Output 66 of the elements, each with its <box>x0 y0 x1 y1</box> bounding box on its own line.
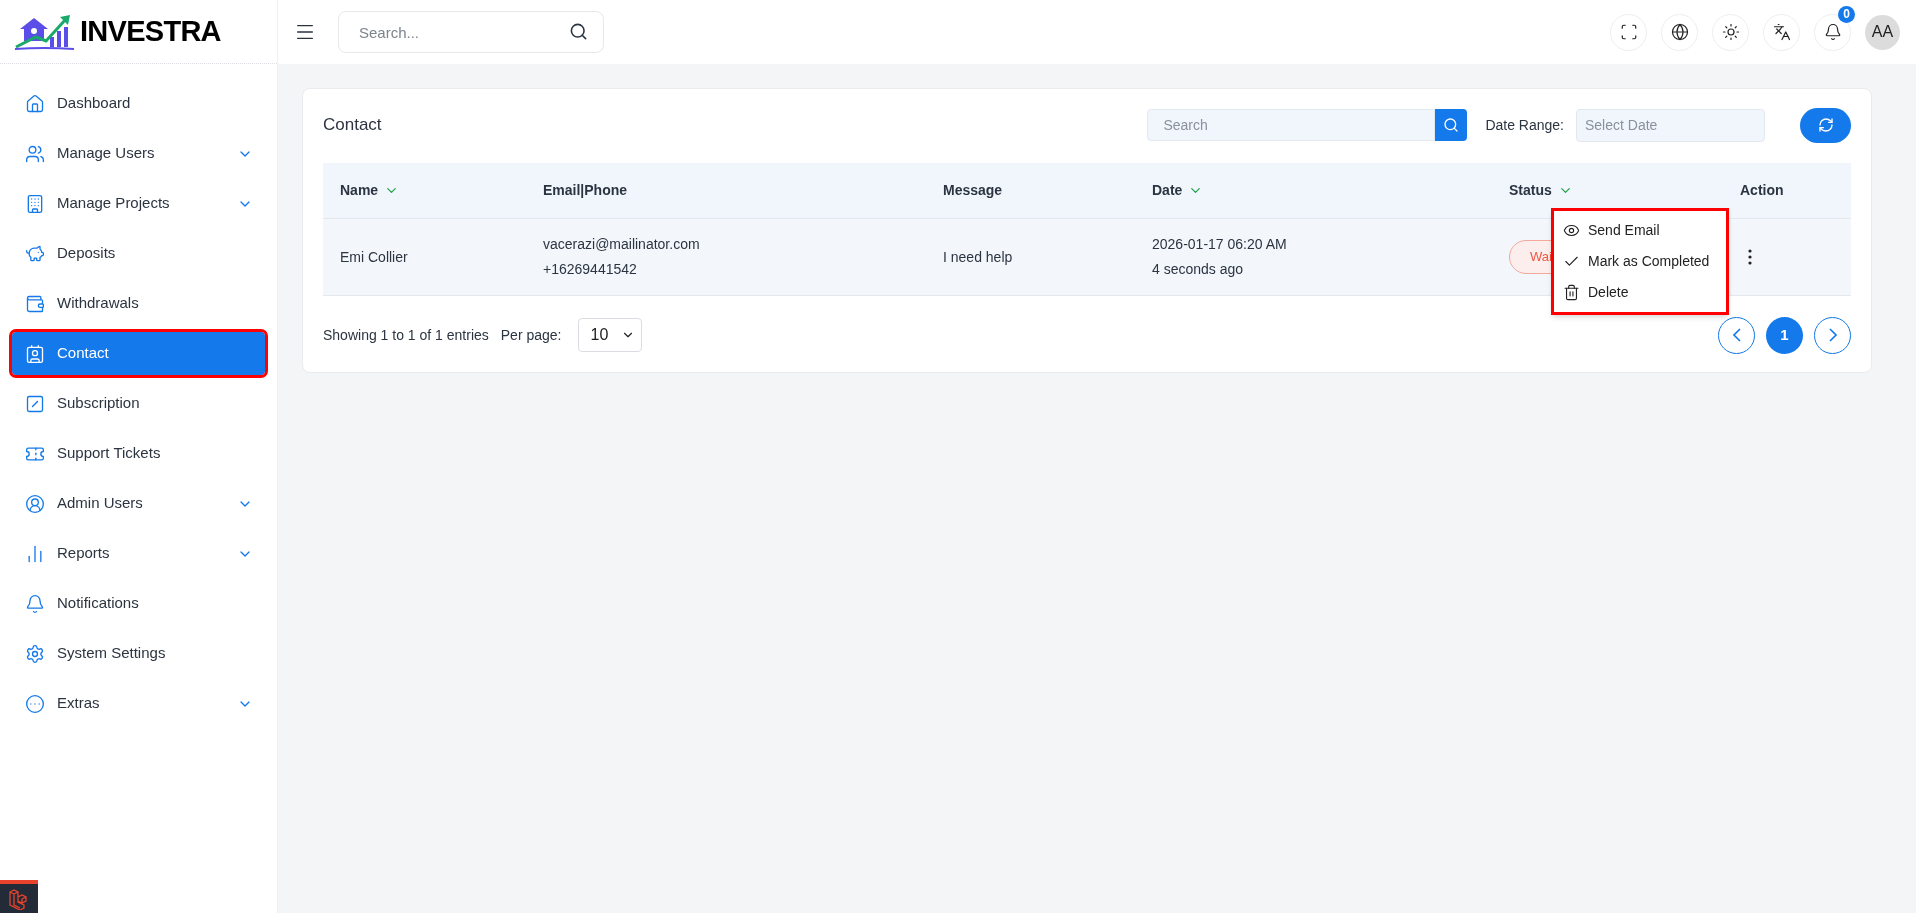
entries-summary: Showing 1 to 1 of 1 entries <box>323 325 489 345</box>
bell-icon <box>25 593 45 614</box>
eye-icon <box>1563 222 1580 239</box>
sidebar-item[interactable]: Admin Users <box>12 482 265 525</box>
trash-icon <box>1563 284 1580 301</box>
table-cell-text: 2026-01-17 06:20 AM <box>1152 235 1288 254</box>
page-button[interactable]: 1 <box>1766 316 1803 354</box>
search-icon <box>1443 117 1460 133</box>
sidebar-item[interactable]: Contact <box>12 332 265 375</box>
sun-icon <box>1721 23 1740 41</box>
sidebar-item[interactable]: Manage Users <box>12 132 265 175</box>
notification-count: 0 <box>1838 5 1855 23</box>
search-field[interactable]: Search... <box>338 11 604 53</box>
more-icon <box>1748 249 1752 265</box>
wallet-icon <box>25 293 45 314</box>
table-cell-text: vacerazi@mailinator.com <box>543 235 701 254</box>
refresh-icon <box>1817 117 1834 133</box>
column-header: Message <box>943 181 1003 200</box>
sidebar-item[interactable]: System Settings <box>12 632 265 675</box>
menu-item[interactable]: Delete <box>1554 277 1726 308</box>
house-icon <box>25 93 45 114</box>
chevron-left-icon <box>1732 328 1741 342</box>
per-page-label: Per page: <box>500 325 562 345</box>
table-search-field[interactable]: Search <box>1147 109 1436 141</box>
cube-logo-icon <box>8 887 30 910</box>
globe-icon <box>1670 23 1689 41</box>
date-field[interactable]: Select Date <box>1576 108 1765 142</box>
sidebar-item[interactable]: Reports <box>12 532 265 575</box>
table-cell-text: +16269441542 <box>543 260 638 279</box>
sidebar-item[interactable]: Deposits <box>12 232 265 275</box>
table-cell-text: Emi Collier <box>339 247 409 267</box>
sidebar-item[interactable]: Manage Projects <box>12 182 265 225</box>
search-button[interactable] <box>1435 109 1468 141</box>
sidebar-item[interactable]: Dashboard <box>12 82 265 125</box>
chevron-right-icon <box>1828 328 1837 342</box>
sidebar-item[interactable]: Notifications <box>12 582 265 625</box>
building-icon <box>25 193 45 214</box>
sidebar-item[interactable]: Support Tickets <box>12 432 265 475</box>
users-icon <box>25 143 45 164</box>
bell-icon <box>1823 23 1842 41</box>
sidebar-item[interactable]: Subscription <box>12 382 265 425</box>
brand-name: INVESTRA <box>80 13 221 49</box>
page-title: Contact <box>323 114 382 137</box>
column-header: Email|Phone <box>543 181 628 200</box>
slashed-square-icon <box>25 393 45 414</box>
piggy-bank-icon <box>25 243 45 264</box>
ellipsis-circle-icon <box>25 693 45 714</box>
column-header[interactable]: Name <box>340 180 379 201</box>
column-header[interactable]: Date <box>1152 180 1183 201</box>
search-icon <box>569 22 588 41</box>
avatar[interactable]: AA <box>1865 14 1900 50</box>
logo-icon <box>14 12 76 51</box>
table-cell-text: 4 seconds ago <box>1152 260 1245 279</box>
column-header: Action <box>1740 181 1784 200</box>
settings-icon <box>25 643 45 664</box>
sidebar-item[interactable]: Withdrawals <box>12 282 265 325</box>
fullscreen-icon <box>1619 23 1638 41</box>
sidebar-item[interactable]: Extras <box>12 682 265 725</box>
date-range-label: Date Range: <box>1485 115 1564 135</box>
per-page-select[interactable]: 10 <box>577 318 642 352</box>
column-header[interactable]: Status <box>1509 180 1552 201</box>
refresh-button[interactable] <box>1800 107 1851 143</box>
table-cell-text: I need help <box>942 247 1014 267</box>
translate-icon <box>1772 23 1791 41</box>
user-gear-icon <box>25 493 45 514</box>
contact-card-icon <box>25 343 45 364</box>
